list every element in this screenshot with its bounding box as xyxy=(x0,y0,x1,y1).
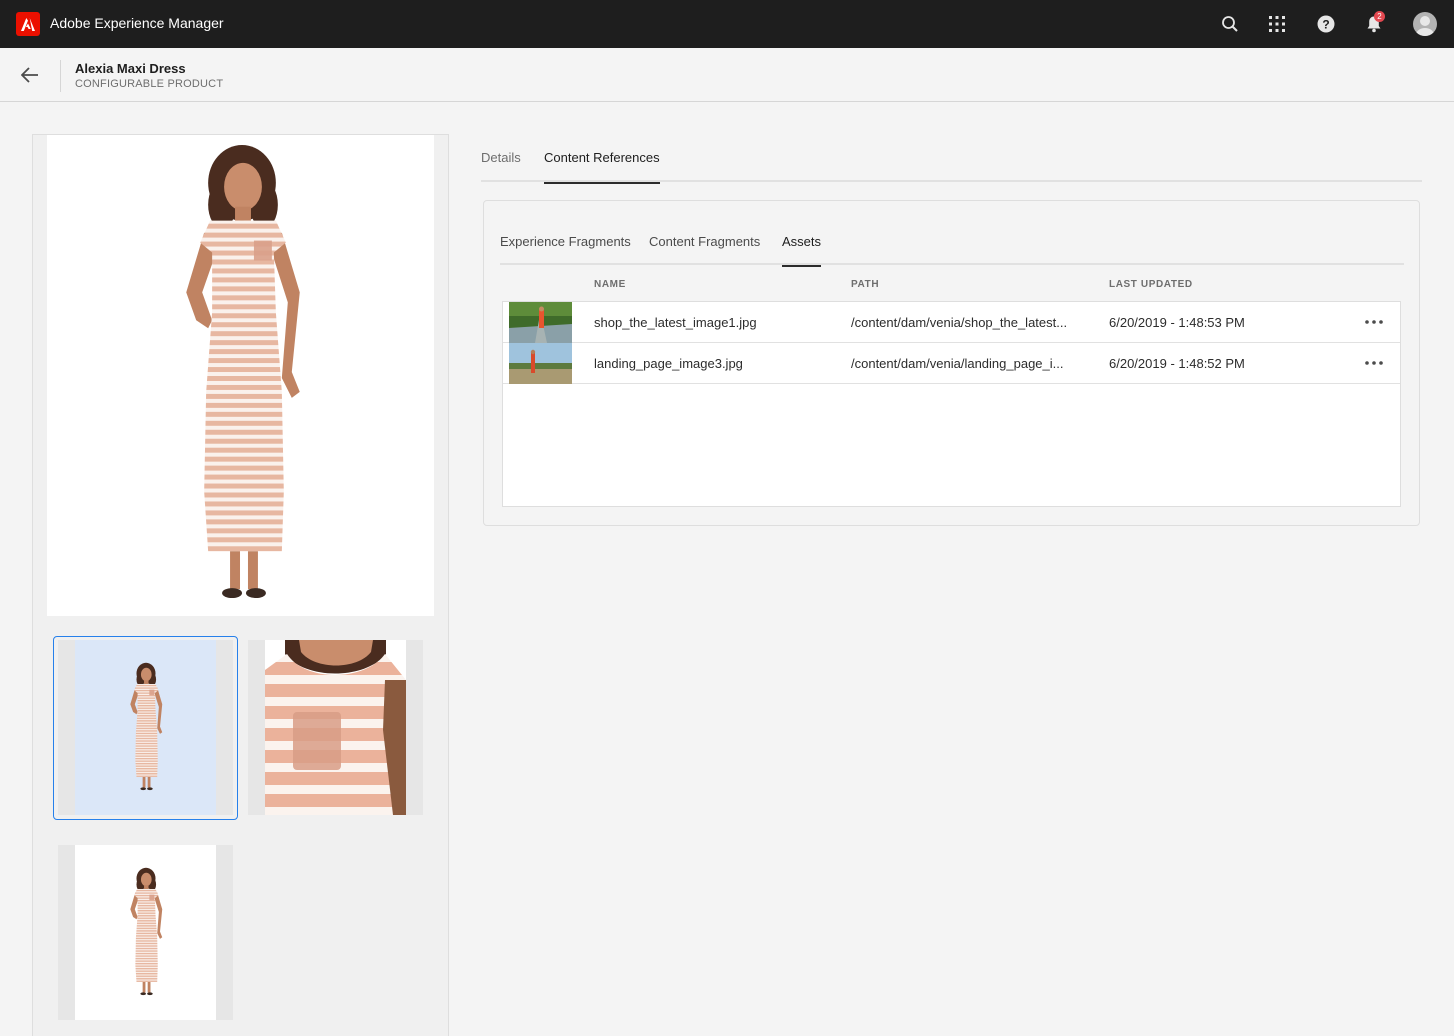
page-subtitle: CONFIGURABLE PRODUCT xyxy=(75,78,224,90)
asset-name[interactable]: landing_page_image3.jpg xyxy=(594,356,743,371)
subtab-experience-fragments[interactable]: Experience Fragments xyxy=(500,234,631,265)
column-header-path[interactable]: PATH xyxy=(851,279,879,290)
thumbnail-back-view[interactable] xyxy=(58,845,233,1020)
asset-thumbnail xyxy=(509,343,572,384)
content-references-panel: Experience Fragments Content Fragments A… xyxy=(483,200,1420,526)
asset-last-updated: 6/20/2019 - 1:48:53 PM xyxy=(1109,315,1245,330)
app-title[interactable]: Adobe Experience Manager xyxy=(50,15,224,31)
title-header: Alexia Maxi Dress CONFIGURABLE PRODUCT xyxy=(0,48,1454,102)
product-image-panel xyxy=(32,134,449,1036)
main-tabs: Details Content References xyxy=(481,134,1422,184)
table-row[interactable]: landing_page_image3.jpg /content/dam/ven… xyxy=(503,343,1400,384)
asset-name[interactable]: shop_the_latest_image1.jpg xyxy=(594,315,757,330)
asset-path: /content/dam/venia/landing_page_i... xyxy=(851,356,1064,371)
more-actions-icon[interactable] xyxy=(1364,354,1384,372)
notification-count-badge: 2 xyxy=(1374,11,1385,22)
column-header-last-updated[interactable]: LAST UPDATED xyxy=(1109,279,1193,290)
notifications-bell-icon[interactable]: 2 xyxy=(1362,11,1386,36)
subtab-assets[interactable]: Assets xyxy=(782,234,822,267)
adobe-logo-icon[interactable] xyxy=(16,12,40,36)
back-arrow-icon[interactable] xyxy=(18,63,42,87)
asset-thumbnail xyxy=(509,302,572,343)
shell-bar: Adobe Experience Manager ? 2 xyxy=(0,0,1454,48)
header-divider xyxy=(60,60,61,92)
table-row[interactable]: shop_the_latest_image1.jpg /content/dam/… xyxy=(503,302,1400,343)
app-grid-icon[interactable] xyxy=(1265,12,1289,36)
asset-last-updated: 6/20/2019 - 1:48:52 PM xyxy=(1109,356,1245,371)
tab-content-references[interactable]: Content References xyxy=(544,150,660,184)
thumbnail-detail-view[interactable] xyxy=(248,640,423,815)
tab-details[interactable]: Details xyxy=(481,150,521,182)
more-actions-icon[interactable] xyxy=(1364,313,1384,331)
assets-table: shop_the_latest_image1.jpg /content/dam/… xyxy=(502,301,1401,507)
page-title: Alexia Maxi Dress xyxy=(75,61,186,76)
search-icon[interactable] xyxy=(1218,12,1242,36)
subtab-content-fragments[interactable]: Content Fragments xyxy=(649,234,760,265)
svg-text:?: ? xyxy=(1322,18,1329,32)
thumbnail-front-view[interactable] xyxy=(58,640,233,815)
asset-path: /content/dam/venia/shop_the_latest... xyxy=(851,315,1068,330)
column-header-name[interactable]: NAME xyxy=(594,279,626,290)
help-icon[interactable]: ? xyxy=(1314,12,1338,36)
reference-subtabs: Experience Fragments Content Fragments A… xyxy=(500,217,1404,267)
main-product-image[interactable] xyxy=(47,135,434,616)
user-avatar[interactable] xyxy=(1413,12,1437,36)
